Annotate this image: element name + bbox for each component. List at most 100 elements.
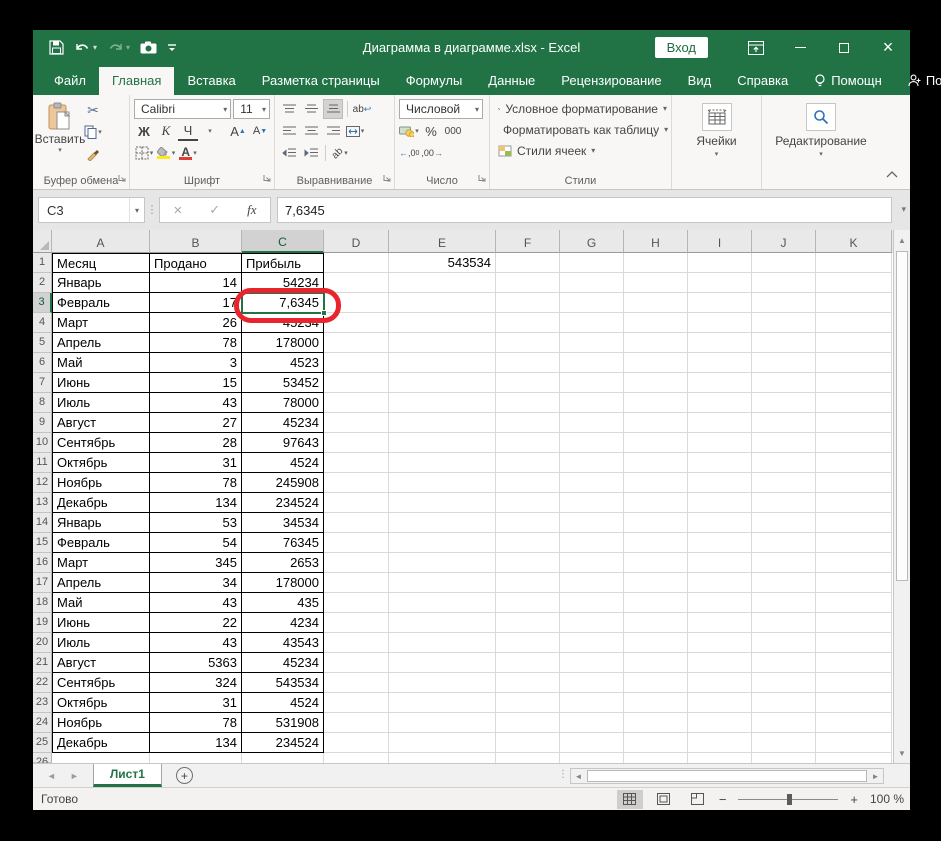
cell-D14[interactable] (324, 513, 389, 533)
cell-D21[interactable] (324, 653, 389, 673)
cell-K16[interactable] (816, 553, 892, 573)
paste-button[interactable]: Вставить ▾ (35, 98, 85, 173)
cell-B16[interactable]: 345 (150, 553, 242, 573)
row-header-26[interactable]: 26 (33, 753, 52, 763)
normal-view-icon[interactable] (616, 789, 643, 809)
cell-E7[interactable] (389, 373, 496, 393)
row-header-13[interactable]: 13 (33, 493, 52, 513)
cell-F17[interactable] (496, 573, 560, 593)
cell-H15[interactable] (624, 533, 688, 553)
vertical-scrollbar[interactable]: ▲ ▼ (893, 230, 910, 763)
cell-A9[interactable]: Август (52, 413, 150, 433)
row-header-19[interactable]: 19 (33, 613, 52, 633)
comma-style-button[interactable]: 000 (443, 121, 463, 141)
cell-A25[interactable]: Декабрь (52, 733, 150, 753)
cell-H14[interactable] (624, 513, 688, 533)
cell-J7[interactable] (752, 373, 816, 393)
scroll-left-icon[interactable]: ◄ (571, 772, 586, 781)
formula-bar-expand-icon[interactable]: ▾ (901, 204, 906, 215)
align-left-icon[interactable] (279, 121, 299, 141)
ribbon-tab-Справка[interactable]: Справка (724, 67, 801, 95)
sign-in-button[interactable]: Вход (654, 37, 708, 58)
cell-F18[interactable] (496, 593, 560, 613)
cell-F26[interactable] (496, 753, 560, 763)
cell-I19[interactable] (688, 613, 752, 633)
merge-dropdown-icon[interactable]: ▾ (361, 127, 365, 135)
cell-J10[interactable] (752, 433, 816, 453)
zoom-in-icon[interactable]: + (850, 792, 858, 807)
increase-indent-icon[interactable] (301, 143, 321, 163)
paste-dropdown-icon[interactable]: ▾ (58, 146, 62, 154)
cell-J4[interactable] (752, 313, 816, 333)
cell-C14[interactable]: 34534 (242, 513, 324, 533)
wrap-text-button[interactable]: ab ↩ (352, 99, 372, 119)
row-header-21[interactable]: 21 (33, 653, 52, 673)
cell-E24[interactable] (389, 713, 496, 733)
cell-H1[interactable] (624, 253, 688, 273)
cell-A21[interactable]: Август (52, 653, 150, 673)
column-header-J[interactable]: J (752, 230, 816, 253)
undo-dropdown-icon[interactable]: ▾ (93, 43, 97, 52)
cell-A18[interactable]: Май (52, 593, 150, 613)
decrease-indent-icon[interactable] (279, 143, 299, 163)
underline-dropdown-icon[interactable]: ▾ (200, 121, 220, 141)
cell-B20[interactable]: 43 (150, 633, 242, 653)
cell-D18[interactable] (324, 593, 389, 613)
cell-G25[interactable] (560, 733, 624, 753)
column-header-A[interactable]: A (52, 230, 150, 253)
cell-B10[interactable]: 28 (150, 433, 242, 453)
cell-E1[interactable]: 543534 (389, 253, 496, 273)
cell-C23[interactable]: 4524 (242, 693, 324, 713)
cell-D20[interactable] (324, 633, 389, 653)
cell-G15[interactable] (560, 533, 624, 553)
cell-A15[interactable]: Февраль (52, 533, 150, 553)
cell-G12[interactable] (560, 473, 624, 493)
orientation-button[interactable]: ab ▾ (330, 143, 350, 163)
cell-I23[interactable] (688, 693, 752, 713)
cell-A22[interactable]: Сентябрь (52, 673, 150, 693)
font-color-dropdown-icon[interactable]: ▾ (193, 149, 197, 157)
row-header-3[interactable]: 3 (33, 293, 52, 313)
cancel-icon[interactable]: × (173, 202, 182, 219)
close-icon[interactable]: × (866, 30, 910, 65)
cell-A16[interactable]: Март (52, 553, 150, 573)
cell-B22[interactable]: 324 (150, 673, 242, 693)
cell-A10[interactable]: Сентябрь (52, 433, 150, 453)
cell-H12[interactable] (624, 473, 688, 493)
ribbon-tab-Разметка страницы[interactable]: Разметка страницы (249, 67, 393, 95)
next-sheet-icon[interactable]: ► (70, 771, 79, 781)
cell-G26[interactable] (560, 753, 624, 763)
cell-F12[interactable] (496, 473, 560, 493)
cell-G10[interactable] (560, 433, 624, 453)
page-layout-view-icon[interactable] (651, 790, 677, 809)
cell-F13[interactable] (496, 493, 560, 513)
format-painter-icon[interactable] (83, 144, 103, 164)
cell-B26[interactable] (150, 753, 242, 763)
cell-D16[interactable] (324, 553, 389, 573)
cell-E16[interactable] (389, 553, 496, 573)
borders-dropdown-icon[interactable]: ▾ (150, 149, 154, 157)
cell-D25[interactable] (324, 733, 389, 753)
cell-B25[interactable]: 134 (150, 733, 242, 753)
row-header-17[interactable]: 17 (33, 573, 52, 593)
cell-A7[interactable]: Июнь (52, 373, 150, 393)
italic-button[interactable]: К (156, 121, 176, 141)
ribbon-display-options-icon[interactable] (734, 30, 778, 65)
cell-K11[interactable] (816, 453, 892, 473)
collapse-ribbon-icon[interactable] (886, 169, 898, 181)
zoom-slider-thumb[interactable] (787, 793, 793, 805)
cell-I7[interactable] (688, 373, 752, 393)
cell-D6[interactable] (324, 353, 389, 373)
cell-J11[interactable] (752, 453, 816, 473)
cell-B7[interactable]: 15 (150, 373, 242, 393)
maximize-icon[interactable] (822, 30, 866, 65)
cell-F10[interactable] (496, 433, 560, 453)
cell-D5[interactable] (324, 333, 389, 353)
cell-B1[interactable]: Продано (150, 253, 242, 273)
cell-K22[interactable] (816, 673, 892, 693)
cell-K25[interactable] (816, 733, 892, 753)
zoom-out-icon[interactable]: − (719, 792, 727, 807)
row-header-2[interactable]: 2 (33, 273, 52, 293)
cell-B18[interactable]: 43 (150, 593, 242, 613)
cell-F19[interactable] (496, 613, 560, 633)
